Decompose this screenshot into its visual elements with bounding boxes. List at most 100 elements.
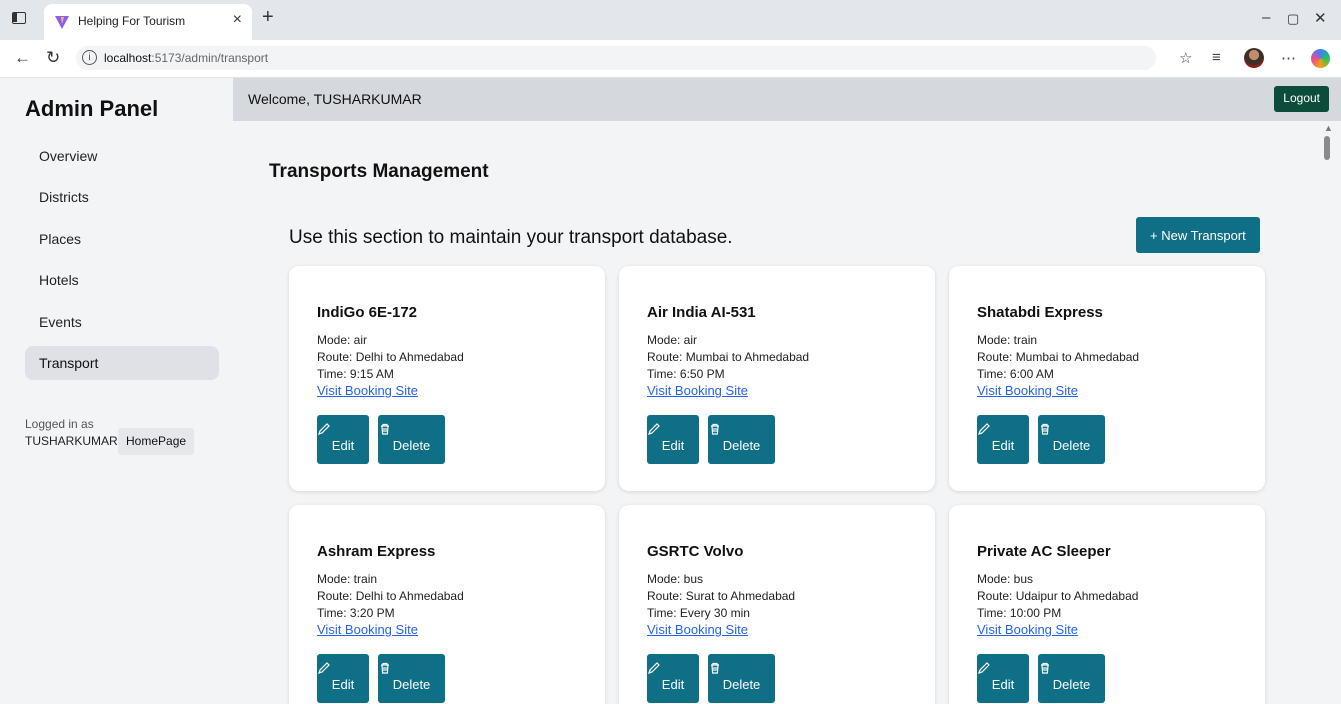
minimize-icon[interactable]: –	[1262, 9, 1270, 26]
site-info-icon[interactable]: i	[82, 50, 97, 65]
address-bar: ← ↻ i localhost:5173/admin/transport ☆ ≡…	[0, 40, 1341, 78]
profile-avatar[interactable]	[1244, 48, 1264, 68]
transport-route: Route: Surat to Ahmedabad	[647, 589, 796, 603]
delete-label: Delete	[1052, 438, 1091, 453]
main-content: Transports Management Use this section t…	[233, 121, 1341, 704]
transport-name: Air India AI-531	[647, 304, 756, 321]
refresh-icon[interactable]: ↻	[46, 48, 60, 68]
edit-label: Edit	[331, 438, 355, 453]
edit-label: Edit	[661, 438, 685, 453]
delete-button[interactable]: Delete	[1038, 415, 1105, 464]
page-scrollbar[interactable]: ▲	[1320, 121, 1341, 704]
transport-route: Route: Mumbai to Ahmedabad	[977, 350, 1140, 364]
transport-time: Time: 9:15 AM	[317, 367, 394, 381]
logged-in-label: Logged in as	[25, 417, 94, 431]
sidebar-title: Admin Panel	[25, 96, 159, 121]
more-options-icon[interactable]: ⋯	[1281, 49, 1296, 67]
admin-sidebar: Admin Panel Overview Districts Places Ho…	[0, 78, 233, 704]
transport-time: Time: 3:20 PM	[317, 606, 395, 620]
transport-time: Time: 10:00 PM	[977, 606, 1062, 620]
transport-time: Time: Every 30 min	[647, 606, 750, 620]
edit-label: Edit	[991, 438, 1015, 453]
scroll-up-arrow-icon[interactable]: ▲	[1324, 123, 1333, 133]
sidebar-item-transport[interactable]: Transport	[25, 346, 219, 380]
edit-button[interactable]: Edit	[647, 654, 699, 703]
sidebar-item-districts[interactable]: Districts	[25, 180, 219, 214]
favorites-list-icon[interactable]: ≡	[1212, 49, 1221, 66]
booking-site-link[interactable]: Visit Booking Site	[977, 622, 1078, 637]
booking-site-link[interactable]: Visit Booking Site	[317, 383, 418, 398]
section-description: Use this section to maintain your transp…	[289, 227, 733, 248]
favorite-star-icon[interactable]: ☆	[1179, 49, 1192, 67]
edit-label: Edit	[991, 677, 1015, 692]
transport-card: Shatabdi Express Mode: train Route: Mumb…	[949, 266, 1265, 491]
transport-name: Ashram Express	[317, 543, 436, 560]
trash-icon	[1041, 423, 1049, 435]
transport-route: Route: Mumbai to Ahmedabad	[647, 350, 810, 364]
top-header: Welcome, TUSHARKUMAR Logout	[233, 78, 1341, 121]
transport-route: Route: Udaipur to Ahmedabad	[977, 589, 1139, 603]
delete-button[interactable]: Delete	[1038, 654, 1105, 703]
transport-mode: Mode: train	[977, 333, 1038, 347]
new-transport-button[interactable]: + New Transport	[1136, 217, 1260, 253]
transport-mode: Mode: train	[317, 572, 378, 586]
browser-tab-bar: Helping For Tourism × + – ▢ ✕	[0, 0, 1341, 40]
booking-site-link[interactable]: Visit Booking Site	[977, 383, 1078, 398]
transport-name: GSRTC Volvo	[647, 543, 744, 560]
booking-site-link[interactable]: Visit Booking Site	[647, 622, 748, 637]
transport-name: Private AC Sleeper	[977, 543, 1111, 560]
edit-button[interactable]: Edit	[317, 415, 369, 464]
transport-mode: Mode: air	[317, 333, 368, 347]
trash-icon	[1041, 662, 1049, 674]
copilot-icon[interactable]	[1311, 49, 1330, 68]
edit-button[interactable]: Edit	[977, 654, 1029, 703]
restore-icon[interactable]: ▢	[1287, 11, 1299, 27]
sidebar-toggle-icon[interactable]	[12, 12, 26, 24]
delete-button[interactable]: Delete	[378, 654, 445, 703]
delete-label: Delete	[392, 677, 431, 692]
delete-label: Delete	[392, 438, 431, 453]
scrollbar-thumb[interactable]	[1324, 136, 1330, 160]
logout-button[interactable]: Logout	[1274, 86, 1329, 112]
delete-label: Delete	[722, 438, 761, 453]
transport-card: IndiGo 6E-172 Mode: air Route: Delhi to …	[289, 266, 605, 491]
transport-card: Ashram Express Mode: train Route: Delhi …	[289, 505, 605, 704]
transport-name: Shatabdi Express	[977, 304, 1103, 321]
close-window-icon[interactable]: ✕	[1314, 9, 1327, 27]
edit-button[interactable]: Edit	[317, 654, 369, 703]
sidebar-item-places[interactable]: Places	[25, 222, 219, 256]
homepage-button[interactable]: HomePage	[118, 428, 195, 455]
new-tab-icon[interactable]: +	[262, 6, 274, 29]
edit-label: Edit	[331, 677, 355, 692]
delete-button[interactable]: Delete	[708, 654, 775, 703]
transport-mode: Mode: air	[647, 333, 698, 347]
close-tab-icon[interactable]: ×	[233, 11, 242, 29]
sidebar-item-overview[interactable]: Overview	[25, 139, 219, 173]
delete-label: Delete	[1052, 677, 1091, 692]
booking-site-link[interactable]: Visit Booking Site	[647, 383, 748, 398]
logged-in-username: TUSHARKUMAR	[25, 434, 118, 448]
trash-icon	[711, 662, 719, 674]
browser-tab[interactable]: Helping For Tourism ×	[44, 4, 252, 40]
transport-card: Private AC Sleeper Mode: bus Route: Udai…	[949, 505, 1265, 704]
sidebar-item-events[interactable]: Events	[25, 305, 219, 339]
pencil-icon	[978, 662, 990, 674]
delete-button[interactable]: Delete	[378, 415, 445, 464]
page-title: Transports Management	[269, 161, 489, 182]
welcome-message: Welcome, TUSHARKUMAR	[248, 91, 422, 107]
trash-icon	[711, 423, 719, 435]
pencil-icon	[318, 423, 330, 435]
booking-site-link[interactable]: Visit Booking Site	[317, 622, 418, 637]
transport-card: Air India AI-531 Mode: air Route: Mumbai…	[619, 266, 935, 491]
delete-button[interactable]: Delete	[708, 415, 775, 464]
transport-route: Route: Delhi to Ahmedabad	[317, 350, 464, 364]
back-icon[interactable]: ←	[14, 48, 31, 68]
edit-button[interactable]: Edit	[647, 415, 699, 464]
url-field[interactable]: i localhost:5173/admin/transport	[76, 46, 1156, 70]
transport-card: GSRTC Volvo Mode: bus Route: Surat to Ah…	[619, 505, 935, 704]
tab-title: Helping For Tourism	[78, 14, 186, 28]
edit-button[interactable]: Edit	[977, 415, 1029, 464]
sidebar-item-hotels[interactable]: Hotels	[25, 263, 219, 297]
vite-logo-icon	[55, 16, 69, 29]
transport-time: Time: 6:50 PM	[647, 367, 725, 381]
